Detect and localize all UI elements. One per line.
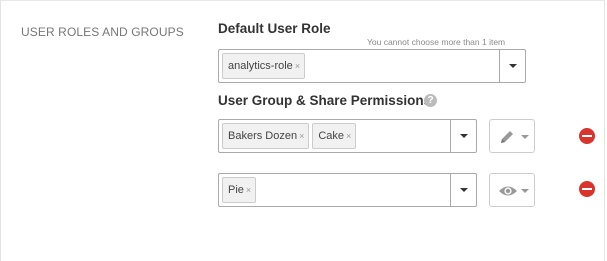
chip-remove-icon[interactable]: × — [299, 131, 304, 141]
user-group-permissions-label: User Group & Share Permissions — [218, 93, 432, 108]
default-user-role-select[interactable]: analytics-role × — [218, 49, 526, 83]
chip-label: analytics-role — [228, 60, 293, 72]
dropdown-toggle[interactable] — [450, 120, 476, 152]
selection-limit-hint: You cannot choose more than 1 item — [367, 37, 506, 47]
group-chip: Bakers Dozen × — [222, 123, 310, 149]
caret-down-icon — [460, 134, 468, 138]
user-group-select-row-1[interactable]: Bakers Dozen × Cake × — [218, 119, 477, 153]
default-user-role-label: Default User Role — [218, 21, 331, 36]
user-roles-panel: USER ROLES AND GROUPS Default User Role … — [0, 0, 605, 261]
chip-remove-icon[interactable]: × — [346, 131, 351, 141]
permission-dropdown-row-2[interactable] — [489, 173, 535, 207]
pencil-icon — [501, 131, 513, 143]
selected-role-chip: analytics-role × — [222, 53, 306, 79]
permission-dropdown-row-1[interactable] — [489, 119, 535, 153]
chip-label: Bakers Dozen — [228, 130, 298, 142]
caret-down-icon — [521, 135, 529, 139]
group-chip: Cake × — [312, 123, 357, 149]
dropdown-toggle[interactable] — [499, 50, 525, 82]
help-icon[interactable]: ? — [424, 94, 437, 107]
group-chip: Pie × — [222, 177, 257, 203]
chip-label: Cake — [318, 130, 345, 142]
section-title: USER ROLES AND GROUPS — [21, 25, 184, 39]
eye-icon — [499, 186, 517, 196]
chip-remove-icon[interactable]: × — [295, 61, 300, 71]
user-group-select-row-2[interactable]: Pie × — [218, 173, 477, 207]
chip-label: Pie — [228, 184, 244, 196]
remove-group-row-2-button[interactable] — [579, 181, 595, 197]
caret-down-icon — [460, 188, 468, 192]
dropdown-toggle[interactable] — [450, 174, 476, 206]
chip-remove-icon[interactable]: × — [246, 185, 251, 195]
caret-down-icon — [521, 189, 529, 193]
caret-down-icon — [509, 64, 517, 68]
remove-group-row-1-button[interactable] — [579, 128, 595, 144]
